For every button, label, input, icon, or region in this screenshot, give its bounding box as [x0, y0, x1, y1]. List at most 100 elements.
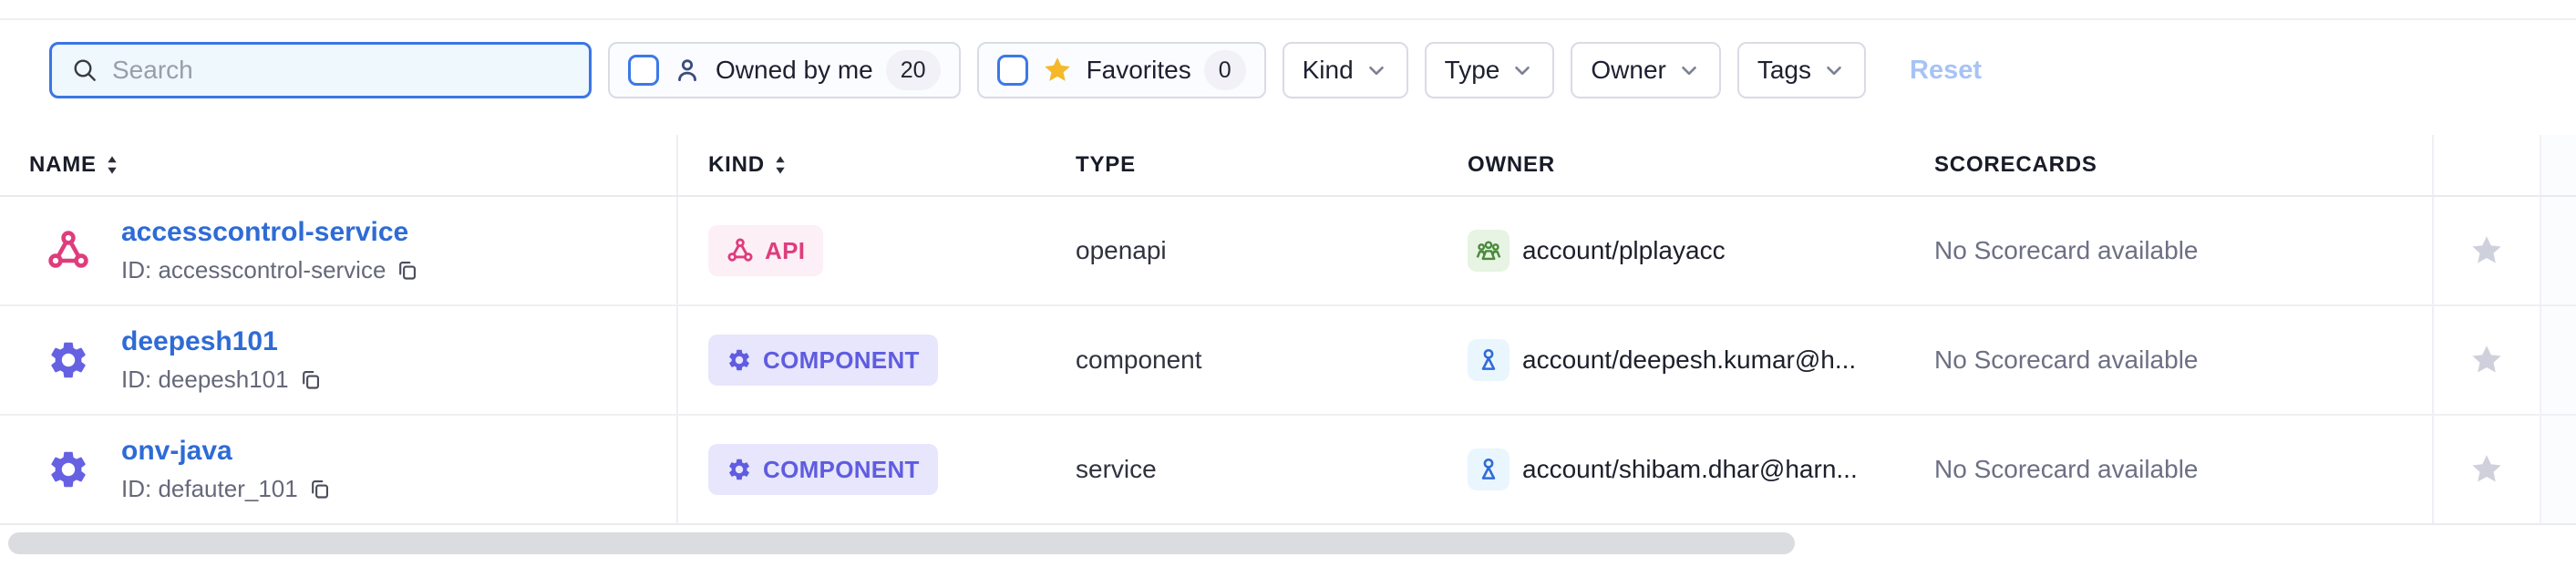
catalog-page: Owned by me 20 Favorites 0 Kind Type [0, 0, 2576, 567]
kind-badge-label: COMPONENT [763, 346, 920, 375]
favorite-star-button[interactable] [2468, 232, 2506, 270]
sort-icon [104, 155, 120, 175]
search-box[interactable] [49, 42, 592, 98]
chevron-down-icon [1365, 58, 1388, 82]
horizontal-scrollbar-thumb[interactable] [8, 532, 1795, 554]
type-dropdown-label: Type [1445, 56, 1500, 85]
filter-bar: Owned by me 20 Favorites 0 Kind Type [49, 42, 1982, 98]
table-right-gutter [2540, 197, 2576, 304]
kind-dropdown-label: Kind [1303, 56, 1354, 85]
chevron-down-icon [1677, 58, 1701, 82]
name-cell: accesscontrol-service ID: accesscontrol-… [0, 197, 676, 304]
entity-id-row: ID: defauter_101 [121, 475, 332, 503]
favorite-star-button[interactable] [2468, 450, 2506, 489]
sort-icon [772, 155, 788, 175]
favorite-cell [2432, 416, 2540, 523]
kind-badge: API [708, 225, 823, 276]
scorecard-cell: No Scorecard available [1904, 345, 2432, 375]
kind-badge: COMPONENT [708, 444, 938, 495]
copy-icon[interactable] [395, 258, 419, 283]
column-header-label: NAME [29, 152, 97, 178]
type-value: openapi [1076, 236, 1167, 264]
column-header-owner: OWNER [1437, 152, 1904, 178]
owner-label: account/plplayacc [1522, 236, 1726, 265]
type-cell: component [1046, 345, 1437, 375]
user-icon [1468, 339, 1510, 381]
table-row[interactable]: accesscontrol-service ID: accesscontrol-… [0, 197, 2576, 306]
entity-name-link[interactable]: onv-java [121, 436, 332, 467]
owned-by-me-label: Owned by me [716, 56, 873, 85]
kind-cell: COMPONENT [676, 416, 1046, 523]
api-entity-icon [46, 229, 90, 273]
table-right-gutter [2540, 135, 2576, 195]
entity-id-row: ID: deepesh101 [121, 366, 323, 394]
table-right-gutter [2540, 416, 2576, 523]
name-stack: onv-java ID: defauter_101 [121, 436, 332, 503]
kind-cell: COMPONENT [676, 306, 1046, 414]
gear-entity-icon [46, 448, 90, 491]
search-input[interactable] [112, 56, 572, 85]
reset-button[interactable]: Reset [1910, 56, 1982, 86]
scorecard-status: No Scorecard available [1934, 345, 2199, 374]
kind-dropdown[interactable]: Kind [1283, 42, 1408, 98]
entity-id: ID: accesscontrol-service [121, 256, 386, 284]
name-stack: deepesh101 ID: deepesh101 [121, 326, 323, 394]
table-row[interactable]: deepesh101 ID: deepesh101 [0, 306, 2576, 416]
catalog-table: NAME KIND TYPE OWNER [0, 135, 2576, 525]
favorite-star-button[interactable] [2468, 341, 2506, 379]
table-right-gutter [2540, 306, 2576, 414]
owner-cell: account/plplayacc [1437, 197, 1904, 304]
favorite-cell [2432, 197, 2540, 304]
group-icon [1468, 230, 1510, 272]
owner-label: account/deepesh.kumar@h... [1522, 345, 1856, 375]
name-stack: accesscontrol-service ID: accesscontrol-… [121, 217, 419, 284]
horizontal-scrollbar[interactable] [0, 527, 2576, 567]
tags-dropdown-label: Tags [1757, 56, 1811, 85]
kind-badge-label: API [765, 237, 805, 265]
column-header-label: OWNER [1468, 152, 1555, 178]
entity-name-link[interactable]: deepesh101 [121, 326, 323, 357]
favorites-filter[interactable]: Favorites 0 [977, 42, 1266, 98]
chevron-down-icon [1822, 58, 1846, 82]
gear-icon [726, 457, 752, 482]
gear-icon [726, 347, 752, 373]
entity-id: ID: deepesh101 [121, 366, 289, 394]
star-icon [1041, 54, 1074, 87]
kind-badge: COMPONENT [708, 335, 938, 386]
type-dropdown[interactable]: Type [1425, 42, 1555, 98]
favorites-checkbox[interactable] [997, 55, 1028, 86]
column-header-label: KIND [708, 152, 765, 178]
column-header-label: SCORECARDS [1934, 152, 2097, 178]
person-icon [672, 55, 703, 86]
favorites-label: Favorites [1087, 56, 1191, 85]
table-row[interactable]: onv-java ID: defauter_101 [0, 416, 2576, 525]
favorite-cell [2432, 306, 2540, 414]
owner-cell: account/deepesh.kumar@h... [1437, 306, 1904, 414]
table-header-row: NAME KIND TYPE OWNER [0, 135, 2576, 197]
name-cell: onv-java ID: defauter_101 [0, 416, 676, 523]
entity-name-link[interactable]: accesscontrol-service [121, 217, 419, 248]
copy-icon[interactable] [307, 477, 332, 501]
column-header-favorite [2432, 135, 2540, 195]
gear-entity-icon [46, 338, 90, 382]
kind-cell: API [676, 197, 1046, 304]
tags-dropdown[interactable]: Tags [1737, 42, 1866, 98]
owner-dropdown[interactable]: Owner [1571, 42, 1720, 98]
owner-cell: account/shibam.dhar@harn... [1437, 416, 1904, 523]
column-header-scorecards: SCORECARDS [1904, 152, 2432, 178]
column-header-name[interactable]: NAME [0, 152, 676, 178]
favorites-count: 0 [1204, 50, 1246, 90]
copy-icon[interactable] [298, 367, 323, 392]
owned-by-me-count: 20 [886, 50, 941, 90]
owner-label: account/shibam.dhar@harn... [1522, 455, 1858, 484]
type-value: service [1076, 455, 1157, 483]
name-cell: deepesh101 ID: deepesh101 [0, 306, 676, 414]
scorecard-cell: No Scorecard available [1904, 455, 2432, 484]
entity-id: ID: defauter_101 [121, 475, 298, 503]
scorecard-cell: No Scorecard available [1904, 236, 2432, 265]
entity-id-row: ID: accesscontrol-service [121, 256, 419, 284]
owned-by-me-filter[interactable]: Owned by me 20 [608, 42, 961, 98]
type-value: component [1076, 345, 1202, 374]
owned-by-me-checkbox[interactable] [628, 55, 659, 86]
column-header-kind[interactable]: KIND [676, 135, 1046, 195]
